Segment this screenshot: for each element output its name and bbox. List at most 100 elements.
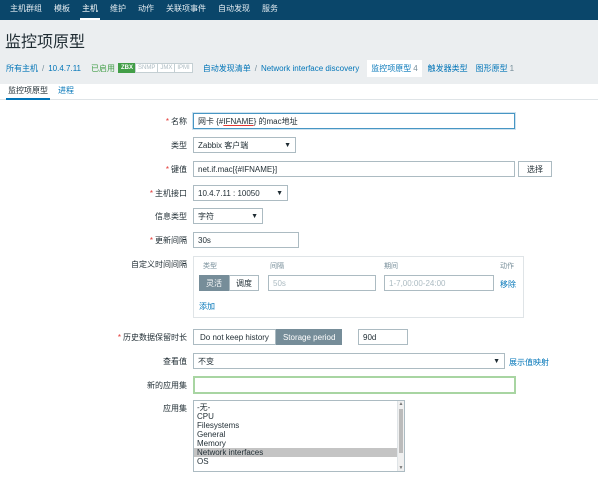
scroll-up-icon[interactable]: ▲ <box>398 401 404 407</box>
show-value-mapping-link[interactable]: 展示值映射 <box>509 357 549 368</box>
custom-interval-input[interactable]: 50s <box>268 275 376 291</box>
header-period: 期间 <box>384 263 398 270</box>
key-label: * 键值 <box>166 164 187 175</box>
zbx-badge: ZBX <box>118 63 137 73</box>
info-type-select[interactable]: 字符 ▼ <box>193 208 263 224</box>
name-value-part-3: } 的mac地址 <box>253 116 298 126</box>
availability-badges: ZBX SNMP JMX IPMI <box>118 63 193 73</box>
item-prototype-form: * 名称 网卡 {# IFNAME} 的mac地址 类型 Zabbix 客户端 ▼ *… <box>0 100 598 478</box>
all-hosts-link[interactable]: 所有主机 <box>6 63 38 74</box>
chevron-down-icon: ▼ <box>493 357 500 365</box>
required-marker: * <box>165 165 169 174</box>
scroll-thumb[interactable] <box>399 409 403 453</box>
required-marker: * <box>165 117 169 126</box>
nav-maintenance[interactable]: 维护 <box>104 3 132 20</box>
interval-type-toggle: 灵活 调度 <box>199 275 259 291</box>
header-type: 类型 <box>203 263 217 270</box>
info-type-select-value: 字符 <box>198 211 214 221</box>
jmx-badge: JMX <box>157 63 176 73</box>
app-option[interactable]: Memory <box>194 439 404 448</box>
chevron-down-icon: ▼ <box>251 212 258 220</box>
scroll-down-icon[interactable]: ▼ <box>398 465 404 471</box>
nav-event-correlation[interactable]: 关联项事件 <box>160 3 212 20</box>
tab-item-prototype[interactable]: 监控项原型 <box>6 85 52 100</box>
nav-host-groups[interactable]: 主机群组 <box>4 3 48 20</box>
interval-label: * 更新间隔 <box>150 235 187 246</box>
custom-period-input[interactable]: 1-7,00:00-24:00 <box>384 275 494 291</box>
add-link[interactable]: 添加 <box>199 301 215 312</box>
header-action: 动作 <box>500 263 514 270</box>
name-label: * 名称 <box>166 116 187 127</box>
chevron-down-icon: ▼ <box>276 189 283 197</box>
header-interval: 间隔 <box>270 263 284 270</box>
graph-prototypes-count: 1 <box>509 63 515 73</box>
do-not-keep-history-option[interactable]: Do not keep history <box>193 329 276 345</box>
snmp-badge: SNMP <box>135 63 159 73</box>
apps-listbox[interactable]: -无- CPU Filesystems General Memory Netwo… <box>193 400 405 472</box>
apps-scrollbar[interactable]: ▲ ▼ <box>397 401 404 471</box>
top-navigation: 主机群组 模板 主机 维护 动作 关联项事件 自动发现 服务 <box>0 0 598 20</box>
form-tabs: 监控项原型 进程 <box>0 84 598 100</box>
key-select-button[interactable]: 选择 <box>518 161 552 177</box>
history-mode-toggle: Do not keep history Storage period <box>193 329 343 345</box>
scheduling-option[interactable]: 调度 <box>229 275 259 291</box>
discovery-list-link[interactable]: 自动发现清单 <box>203 63 251 74</box>
show-value-select[interactable]: 不变 ▼ <box>193 353 505 369</box>
nav-actions[interactable]: 动作 <box>132 3 160 20</box>
discovery-rule-link[interactable]: Network interface discovery <box>261 64 359 73</box>
item-prototypes-count: 4 <box>413 63 418 73</box>
remove-link[interactable]: 移除 <box>500 279 516 290</box>
app-option[interactable]: -无- <box>194 403 404 412</box>
interval-input[interactable]: 30s <box>193 232 299 248</box>
flexible-option[interactable]: 灵活 <box>199 275 229 291</box>
app-option[interactable]: General <box>194 430 404 439</box>
nav-templates[interactable]: 模板 <box>48 3 76 20</box>
custom-intervals-label: 自定义时间间隔 <box>131 260 187 269</box>
required-marker: * <box>149 189 153 198</box>
show-value-select-value: 不变 <box>198 356 214 366</box>
new-app-input[interactable] <box>193 376 516 394</box>
key-label-text: 键值 <box>171 165 187 174</box>
name-value-part-1: 网卡 {# <box>198 116 224 126</box>
required-marker: * <box>117 333 121 342</box>
history-period-input[interactable]: 90d <box>358 329 408 345</box>
breadcrumb-separator: / <box>254 63 257 73</box>
trigger-prototypes-link[interactable]: 触发器类型 <box>428 63 468 74</box>
app-option-selected[interactable]: Network interfaces <box>194 448 404 457</box>
info-type-label: 信息类型 <box>155 212 187 221</box>
tab-process[interactable]: 进程 <box>56 85 78 99</box>
app-option[interactable]: OS <box>194 457 404 466</box>
storage-period-option[interactable]: Storage period <box>275 329 343 345</box>
history-label: * 历史数据保留时长 <box>118 332 187 343</box>
page-title: 监控项原型 <box>5 34 86 51</box>
host-link[interactable]: 10.4.7.11 <box>48 64 81 73</box>
nav-discovery[interactable]: 自动发现 <box>212 3 256 20</box>
app-option[interactable]: Filesystems <box>194 421 404 430</box>
nav-hosts[interactable]: 主机 <box>76 3 104 20</box>
type-select-value: Zabbix 客户端 <box>198 140 249 150</box>
interface-label: * 主机接口 <box>150 188 187 199</box>
interface-label-text: 主机接口 <box>155 189 187 198</box>
item-prototypes-tab[interactable]: 监控项原型 4 <box>367 59 422 77</box>
name-input[interactable]: 网卡 {# IFNAME} 的mac地址 <box>193 113 515 129</box>
nav-services[interactable]: 服务 <box>256 3 284 20</box>
item-prototypes-link[interactable]: 监控项原型 <box>371 64 411 73</box>
key-input[interactable]: net.if.mac[{#IFNAME}] <box>193 161 515 177</box>
graph-prototypes-link[interactable]: 图形原型 <box>476 63 508 74</box>
chevron-down-icon: ▼ <box>284 141 291 149</box>
custom-intervals-table: 类型 间隔 期间 动作 灵活 调度 50s 1-7,00:00-24:00 移除… <box>193 256 524 318</box>
breadcrumb-separator: / <box>42 63 45 73</box>
interval-label-text: 更新间隔 <box>155 236 187 245</box>
name-value-part-2: IFNAME <box>223 116 254 126</box>
apps-label: 应用集 <box>163 404 187 413</box>
new-app-label: 新的应用集 <box>147 381 187 390</box>
type-select[interactable]: Zabbix 客户端 ▼ <box>193 137 296 153</box>
host-navigation: 所有主机 / 10.4.7.11 已启用 ZBX SNMP JMX IPMI 自… <box>0 58 598 78</box>
ipmi-badge: IPMI <box>174 63 193 73</box>
required-marker: * <box>149 236 153 245</box>
host-status: 已启用 <box>91 63 116 73</box>
interface-select[interactable]: 10.4.7.11 : 10050 ▼ <box>193 185 288 201</box>
interface-select-value: 10.4.7.11 : 10050 <box>198 188 260 198</box>
type-label: 类型 <box>171 141 187 150</box>
app-option[interactable]: CPU <box>194 412 404 421</box>
